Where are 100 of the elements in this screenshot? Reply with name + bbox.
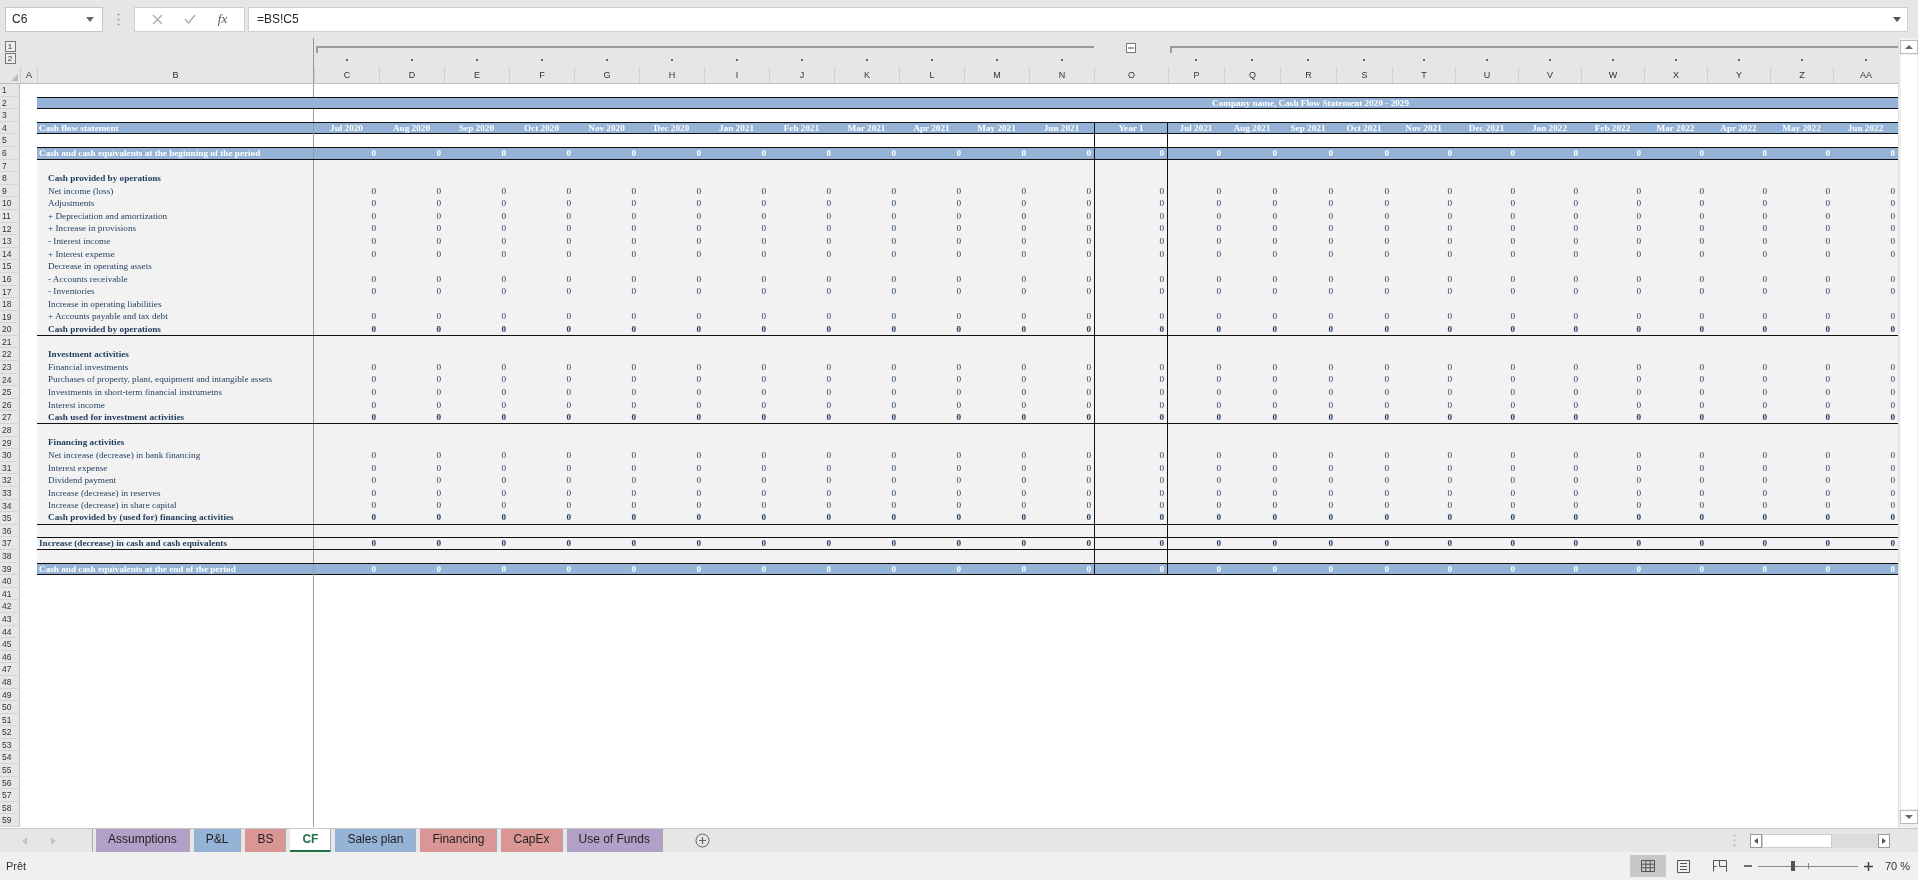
row-number[interactable]: 47 (0, 663, 20, 676)
row-number[interactable]: 54 (0, 751, 20, 765)
outline-level-button[interactable]: 1 (4, 41, 16, 52)
scroll-up-icon[interactable] (1899, 40, 1918, 54)
horizontal-scrollbar[interactable] (1750, 833, 1890, 848)
row-number[interactable]: 20 (0, 323, 20, 336)
row-number[interactable]: 55 (0, 764, 20, 777)
sheet-tab[interactable]: BS (245, 829, 287, 852)
column-header[interactable]: Z (1770, 67, 1833, 83)
column-header[interactable]: N (1029, 67, 1094, 83)
column-header[interactable]: E (444, 67, 509, 83)
row-number[interactable]: 40 (0, 575, 20, 588)
row-number[interactable]: 50 (0, 701, 20, 714)
column-header[interactable]: V (1518, 67, 1581, 83)
row-number[interactable]: 22 (0, 348, 20, 362)
row-number[interactable]: 57 (0, 789, 20, 802)
normal-view-button[interactable] (1629, 855, 1666, 877)
vertical-scrollbar[interactable] (1898, 38, 1918, 828)
formula-field[interactable]: =BS!C5 (248, 6, 1908, 32)
column-header[interactable]: S (1336, 67, 1392, 83)
zoom-level[interactable]: 70 % (1884, 860, 1910, 872)
row-number[interactable]: 35 (0, 512, 20, 525)
add-sheet-icon[interactable] (694, 833, 710, 848)
sheet-tab[interactable]: CapEx (501, 829, 563, 852)
table-cell: 0 (1447, 512, 1452, 524)
scroll-left-icon[interactable] (1750, 833, 1762, 848)
column-header[interactable]: A (20, 67, 37, 83)
table-cell: 0 (1573, 185, 1578, 197)
scroll-thumb[interactable] (1762, 833, 1832, 848)
check-icon[interactable] (184, 14, 197, 24)
row-number[interactable]: 3 (0, 109, 20, 122)
insert-function-button[interactable]: fx (217, 11, 228, 27)
column-header[interactable]: X (1644, 67, 1707, 83)
column-header[interactable]: M (964, 67, 1029, 83)
column-header[interactable]: U (1455, 67, 1518, 83)
column-header[interactable]: W (1581, 67, 1644, 83)
zoom-in-icon[interactable] (1863, 861, 1873, 871)
table-cell: 0 (1086, 323, 1091, 335)
sheet-tab[interactable]: Assumptions (96, 829, 190, 852)
zoom-slider[interactable] (1757, 861, 1858, 871)
column-header[interactable]: L (899, 67, 964, 83)
column-header[interactable]: Y (1707, 67, 1770, 83)
column-header[interactable]: O (1094, 67, 1168, 83)
name-box[interactable]: C6 (5, 6, 103, 32)
column-header[interactable]: I (704, 67, 769, 83)
table-cell: 0 (1159, 462, 1164, 474)
table-cell: 0 (1384, 198, 1389, 210)
scroll-down-icon[interactable] (1899, 810, 1918, 824)
cancel-icon[interactable] (151, 13, 163, 25)
column-header[interactable]: B (37, 67, 314, 83)
column-header[interactable]: K (834, 67, 899, 83)
period-heading: Year 1 (1118, 122, 1144, 134)
row-number[interactable]: 18 (0, 298, 20, 311)
row-number[interactable]: 30 (0, 449, 20, 462)
row-number[interactable]: 13 (0, 235, 20, 248)
row-number[interactable]: 1 (0, 84, 20, 97)
column-header[interactable]: C (314, 67, 379, 83)
collapse-button[interactable] (1126, 43, 1136, 53)
column-header[interactable]: T (1392, 67, 1455, 83)
sheet-tab[interactable]: Sales plan (335, 829, 417, 852)
period-heading: Jun 2021 (1043, 122, 1080, 134)
table-cell: 0 (1328, 311, 1333, 323)
row-number[interactable]: 45 (0, 638, 20, 651)
row-number[interactable]: 28 (0, 424, 20, 437)
row-number[interactable]: 52 (0, 726, 20, 739)
column-header[interactable]: F (509, 67, 574, 83)
row-number[interactable]: 33 (0, 487, 20, 500)
row-number[interactable]: 42 (0, 600, 20, 613)
column-header[interactable]: D (379, 67, 444, 83)
table-cell: 0 (1573, 450, 1578, 461)
sheet-tab[interactable]: Use of Funds (566, 829, 663, 852)
row-number[interactable]: 15 (0, 260, 20, 273)
table-cell: 0 (1890, 198, 1895, 210)
table-cell: 0 (891, 475, 896, 487)
period-heading: May 2022 (1782, 122, 1821, 134)
row-number[interactable]: 25 (0, 386, 20, 399)
column-header[interactable]: J (769, 67, 834, 83)
scroll-right-icon[interactable] (1878, 833, 1890, 848)
row-number[interactable]: 59 (0, 814, 20, 828)
column-header[interactable]: Q (1224, 67, 1280, 83)
row-number[interactable]: 5 (0, 134, 20, 147)
table-cell: 0 (566, 223, 571, 235)
column-header[interactable]: G (574, 67, 639, 83)
scroll-thumb[interactable] (1900, 55, 1917, 809)
row-number[interactable]: 37 (0, 537, 20, 550)
outline-level-button[interactable]: 2 (4, 53, 16, 64)
zoom-out-icon[interactable] (1743, 862, 1752, 870)
row-number[interactable]: 10 (0, 197, 20, 210)
column-header[interactable]: H (639, 67, 704, 83)
column-header[interactable]: P (1168, 67, 1224, 83)
row-number[interactable]: 27 (0, 411, 20, 425)
row-label: Investments in short-term financial instrumetns (47, 387, 222, 399)
sheet-tab[interactable]: CF (290, 829, 332, 852)
row-number[interactable]: 8 (0, 172, 20, 185)
table-cell: 0 (1825, 563, 1830, 575)
sheet-tab[interactable]: P&L (193, 829, 242, 852)
row-number[interactable]: 32 (0, 474, 20, 487)
row-number[interactable]: 23 (0, 361, 20, 374)
sheet-tab[interactable]: Financing (420, 829, 498, 852)
column-header[interactable]: R (1280, 67, 1336, 83)
